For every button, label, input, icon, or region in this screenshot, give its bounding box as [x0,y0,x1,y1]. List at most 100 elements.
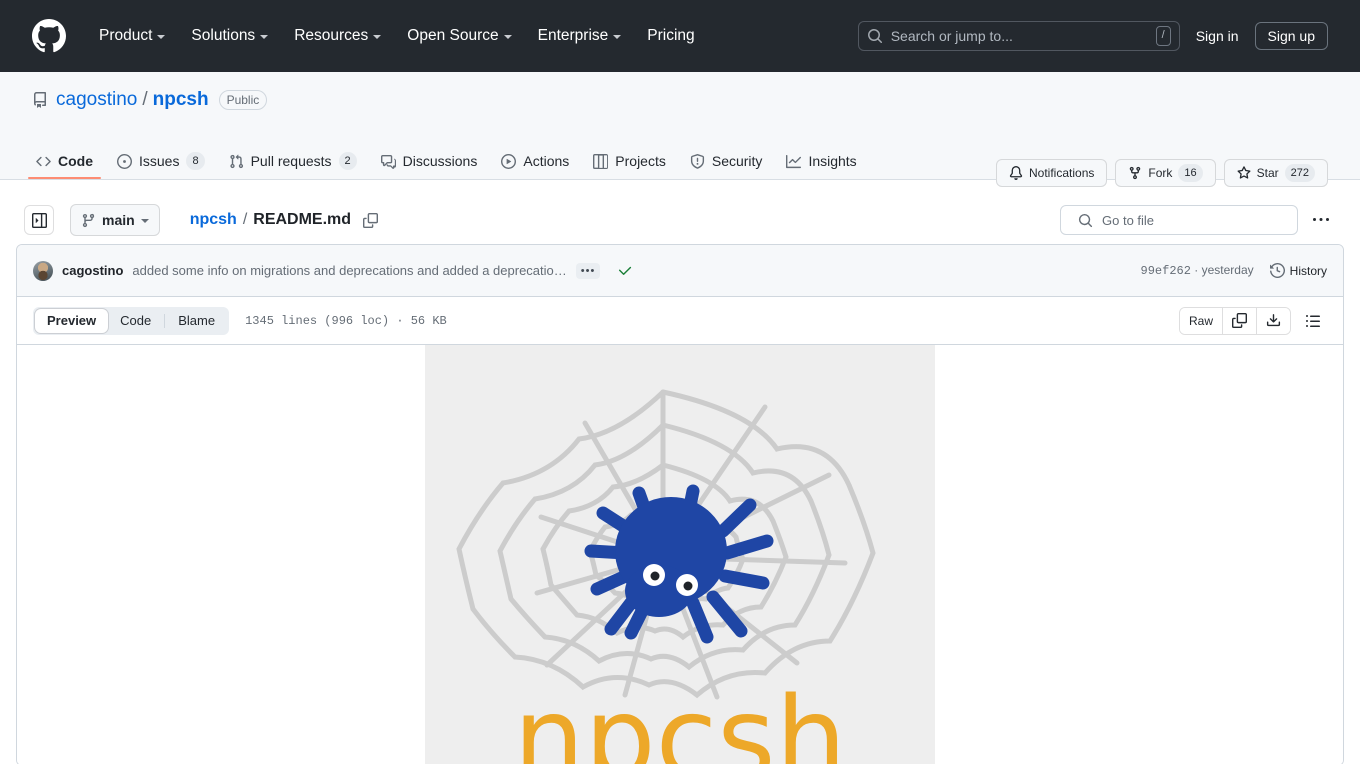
sign-up-button[interactable]: Sign up [1254,21,1328,50]
branch-selector[interactable]: main [70,204,160,236]
notifications-label: Notifications [1029,166,1095,180]
fork-button[interactable]: Fork 16 [1115,159,1216,187]
expand-commit-message-button[interactable]: ••• [575,262,601,279]
tab-label: Discussions [402,153,478,169]
repository-title: cagostino / npcsh Public [32,72,1328,112]
avatar[interactable] [33,260,53,281]
tab-pull-requests[interactable]: Pull requests 2 [221,145,365,179]
copy-raw-icon[interactable] [1223,307,1257,334]
file-container: cagostino added some info on migrations … [16,244,1344,764]
tab-blame[interactable]: Blame [166,309,227,333]
star-count: 272 [1284,164,1315,182]
npcsh-logo-graphic: npcsh [425,345,935,764]
tab-security[interactable]: Security [682,146,771,178]
breadcrumb-root[interactable]: npcsh [190,211,237,229]
graph-icon [786,154,802,169]
file-toolbar-actions: Raw [1178,306,1327,335]
tab-projects[interactable]: Projects [585,146,674,178]
pull-requests-count: 2 [338,152,357,170]
star-icon [1237,166,1251,180]
search-icon [1078,213,1093,228]
search-input[interactable]: Search or jump to... / [857,20,1180,51]
notifications-button[interactable]: Notifications [996,159,1108,187]
latest-commit-bar: cagostino added some info on migrations … [17,245,1343,297]
issue-opened-icon [117,153,132,169]
nav-item-enterprise[interactable]: Enterprise [525,21,635,51]
fork-icon [1128,166,1142,180]
star-button[interactable]: Star 272 [1223,159,1328,187]
chevron-down-icon [503,34,512,39]
nav-label: Product [99,26,153,44]
nav-label: Open Source [407,26,499,44]
tab-label: Insights [808,153,857,169]
spider-pupil-left [650,571,660,581]
download-icon[interactable] [1257,307,1290,334]
nav-item-open-source[interactable]: Open Source [394,21,524,51]
commit-author[interactable]: cagostino [62,263,123,278]
nav-label: Solutions [191,26,256,44]
repo-separator: / [142,89,148,110]
file-view-toolbar: Preview Code Blame 1345 lines (996 loc) … [17,297,1343,345]
history-link[interactable]: History [1269,263,1327,278]
commit-sha[interactable]: 99ef262 [1141,264,1191,278]
history-icon [1269,263,1285,278]
chevron-down-icon [157,34,166,39]
tab-label: Code [58,153,93,169]
check-icon[interactable] [618,263,633,278]
chevron-down-icon [373,34,382,39]
copy-icon[interactable] [363,212,379,228]
tab-code[interactable]: Code [28,146,101,179]
tab-label: Pull requests [250,153,332,169]
git-branch-icon [81,213,96,228]
tab-label: Projects [615,153,666,169]
tab-label: Actions [523,153,570,169]
repo-owner-link[interactable]: cagostino [56,89,137,111]
fork-label: Fork [1148,166,1173,180]
shield-icon [690,153,705,169]
comment-discussion-icon [380,154,396,169]
list-unordered-icon[interactable] [1299,307,1327,335]
search-icon [867,28,883,44]
repository-header: cagostino / npcsh Public Notifications F… [0,72,1360,187]
chevron-down-icon [140,219,149,223]
tab-code-view[interactable]: Code [108,309,163,333]
star-label: Star [1256,166,1279,180]
nav-item-product[interactable]: Product [86,21,178,51]
spider-pupil-right [683,581,693,591]
repository-tabs: Code Issues 8 Pull requests 2 Discussion… [24,145,869,179]
file-navigation-bar: main npcsh / README.md Go to file [0,180,1360,244]
tab-actions[interactable]: Actions [493,146,577,178]
commit-time: yesterday [1201,263,1254,277]
file-view-switcher: Preview Code Blame [33,306,230,335]
tab-insights[interactable]: Insights [778,146,864,178]
commit-meta: 99ef262 · yesterday [1141,263,1254,278]
commit-separator: · [1194,263,1199,277]
bell-icon [1009,166,1023,180]
sign-in-link[interactable]: Sign in [1196,28,1239,44]
breadcrumb-separator: / [242,211,248,228]
commit-message[interactable]: added some info on migrations and deprec… [132,263,566,278]
nav-item-resources[interactable]: Resources [281,21,394,51]
nav-label: Pricing [647,26,695,44]
play-icon [501,153,517,169]
sidebar-expand-icon[interactable] [24,205,54,235]
breadcrumb-file: README.md [253,211,352,228]
nav-label: Resources [294,26,369,44]
tab-issues[interactable]: Issues 8 [109,145,213,179]
raw-button[interactable]: Raw [1179,307,1223,334]
file-nav-right: Go to file [1060,205,1336,235]
go-to-file-input[interactable]: Go to file [1060,205,1298,235]
github-mark-icon[interactable] [32,18,66,53]
git-pull-request-icon [229,154,244,169]
global-header-right: Search or jump to... / Sign in Sign up [857,20,1344,51]
nav-item-solutions[interactable]: Solutions [178,21,281,51]
kebab-horizontal-icon[interactable] [1306,205,1336,235]
code-icon [36,154,51,169]
chevron-down-icon [613,34,622,39]
tab-preview[interactable]: Preview [35,308,109,333]
nav-item-pricing[interactable]: Pricing [634,21,707,51]
readme-preview: npcsh [17,345,1343,764]
tab-discussions[interactable]: Discussions [373,146,486,178]
repo-name-link[interactable]: npcsh [153,89,209,111]
search-shortcut-badge: / [1155,25,1171,46]
